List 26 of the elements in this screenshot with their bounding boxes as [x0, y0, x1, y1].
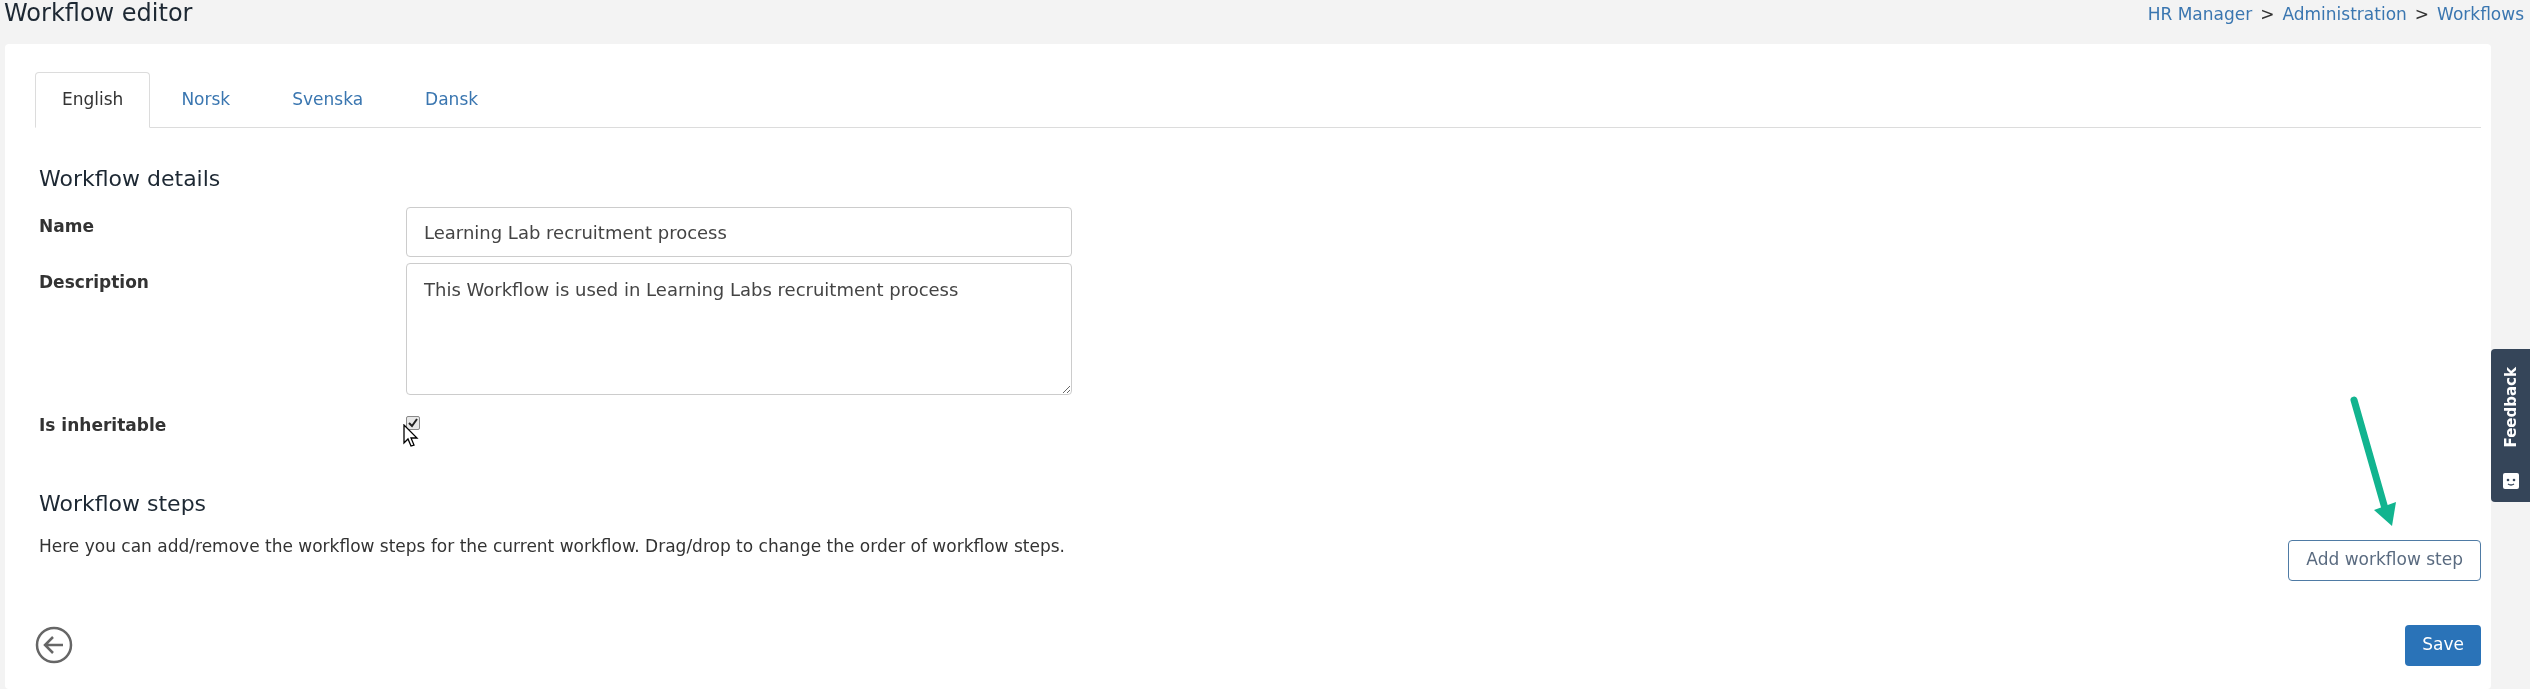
back-icon[interactable] — [35, 626, 73, 664]
language-tab[interactable]: Dansk — [394, 72, 510, 128]
language-tab[interactable]: Svenska — [261, 72, 395, 128]
description-field[interactable]: This Workflow is used in Learning Labs recruitment process — [406, 263, 1072, 395]
page-title: Workflow editor — [4, 0, 193, 28]
inheritable-checkbox[interactable] — [406, 416, 420, 430]
breadcrumb-link[interactable]: HR Manager — [2147, 2, 2253, 28]
field-label: Description — [39, 271, 150, 294]
add-workflow-step-button[interactable]: Add workflow step — [2288, 539, 2481, 581]
steps-description: Here you can add/remove the workflow steps for the current workflow. Drag/drop to change the order of workflow steps. — [39, 534, 1065, 558]
field-label: Name — [39, 215, 95, 238]
breadcrumb-link[interactable]: Administration — [2282, 2, 2407, 28]
breadcrumb-separator: > — [2260, 3, 2275, 26]
name-field[interactable]: Learning Lab recruitment process — [406, 207, 1072, 257]
breadcrumb-link[interactable]: Workflows — [2437, 2, 2524, 28]
section-heading: Workflow steps — [39, 489, 208, 518]
feedback-label: Feedback — [2500, 366, 2521, 448]
chat-face-icon — [2502, 472, 2520, 490]
section-heading: Workflow details — [39, 165, 222, 193]
language-tab[interactable]: Norsk — [150, 72, 262, 128]
feedback-tab[interactable]: Feedback — [2491, 349, 2530, 502]
field-label: Is inheritable — [39, 414, 168, 437]
save-button[interactable]: Save — [2405, 624, 2481, 666]
breadcrumb-separator: > — [2414, 3, 2430, 26]
language-tab[interactable]: English — [35, 72, 151, 128]
cursor-icon — [403, 424, 419, 448]
